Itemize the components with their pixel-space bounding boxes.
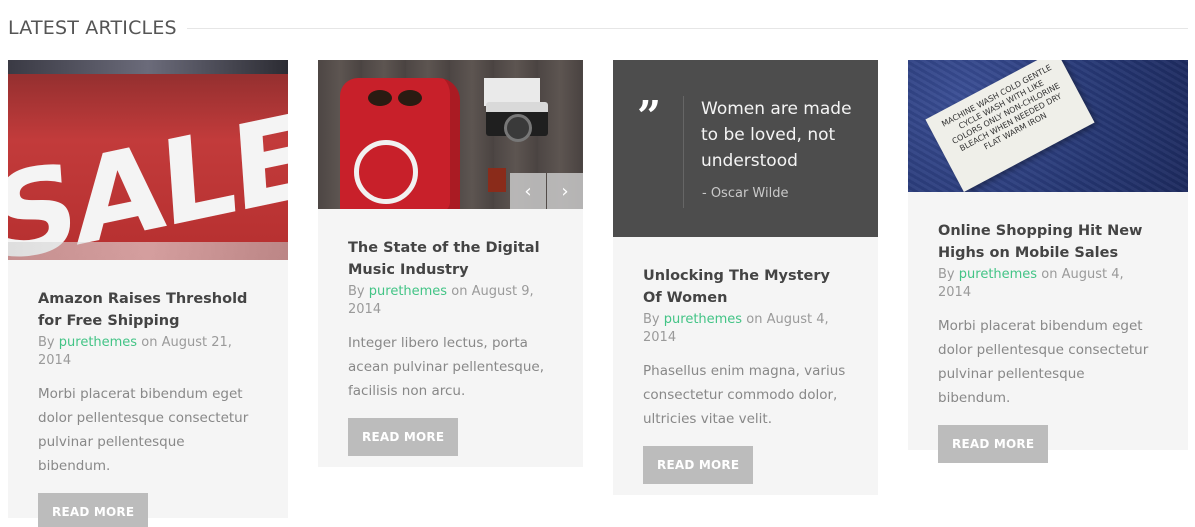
article-excerpt: Integer libero lectus, porta acean pulvi…: [348, 335, 545, 399]
article-card: MACHINE WASH COLD GENTLE CYCLE WASH WITH…: [908, 60, 1188, 463]
sunglasses-graphic: [368, 90, 422, 106]
sale-sign-text: SALE SAL: [8, 60, 288, 260]
read-more-button[interactable]: READ MORE: [938, 425, 1049, 463]
author-link[interactable]: purethemes: [59, 335, 137, 350]
article-title[interactable]: Amazon Raises Threshold for Free Shippin…: [38, 288, 258, 332]
headphones-graphic: [354, 140, 418, 204]
article-image-slider[interactable]: ‹ ›: [318, 60, 583, 209]
article-card: ” Women are made to be loved, not unders…: [613, 60, 878, 495]
read-more-button[interactable]: READ MORE: [643, 446, 754, 484]
article-meta: By purethemes on August 9, 2014: [348, 284, 534, 317]
author-link[interactable]: purethemes: [664, 312, 742, 327]
quote-text: Women are made to be loved, not understo…: [701, 99, 852, 171]
article-title[interactable]: The State of the Digital Music Industry: [348, 237, 553, 281]
quote-block: ” Women are made to be loved, not unders…: [613, 60, 878, 237]
quote-author: - Oscar Wilde: [702, 186, 789, 201]
section-divider: [186, 27, 1188, 29]
article-meta: By purethemes on August 21, 2014: [38, 335, 232, 368]
camera-graphic: [486, 102, 548, 142]
article-title[interactable]: Online Shopping Hit New Highs on Mobile …: [938, 220, 1158, 264]
author-link[interactable]: purethemes: [959, 267, 1037, 282]
article-meta: By purethemes on August 4, 2014: [643, 312, 829, 345]
chevron-right-icon[interactable]: ›: [547, 173, 583, 209]
author-link[interactable]: purethemes: [369, 284, 447, 299]
article-image[interactable]: SALE SAL: [8, 60, 288, 260]
article-image[interactable]: MACHINE WASH COLD GENTLE CYCLE WASH WITH…: [908, 60, 1188, 192]
quote-icon: ”: [637, 92, 662, 141]
quote-divider: [683, 96, 684, 208]
article-excerpt: Morbi placerat bibendum eget dolor pelle…: [938, 318, 1149, 406]
read-more-button[interactable]: READ MORE: [348, 418, 459, 456]
article-meta: By purethemes on August 4, 2014: [938, 267, 1124, 300]
section-title: LATEST ARTICLES: [8, 17, 177, 39]
section-header: LATEST ARTICLES: [8, 16, 1188, 40]
chevron-left-icon[interactable]: ‹: [510, 173, 546, 209]
slider-controls: ‹ ›: [509, 173, 583, 209]
read-more-button[interactable]: READ MORE: [38, 493, 149, 527]
article-excerpt: Morbi placerat bibendum eget dolor pelle…: [38, 386, 249, 474]
article-card: SALE SAL Amazon Raises Threshold for Fre…: [8, 60, 288, 527]
article-excerpt: Phasellus enim magna, varius consectetur…: [643, 363, 846, 427]
article-title[interactable]: Unlocking The Mystery Of Women: [643, 265, 848, 309]
article-card: ‹ › The State of the Digital Music Indus…: [318, 60, 583, 467]
